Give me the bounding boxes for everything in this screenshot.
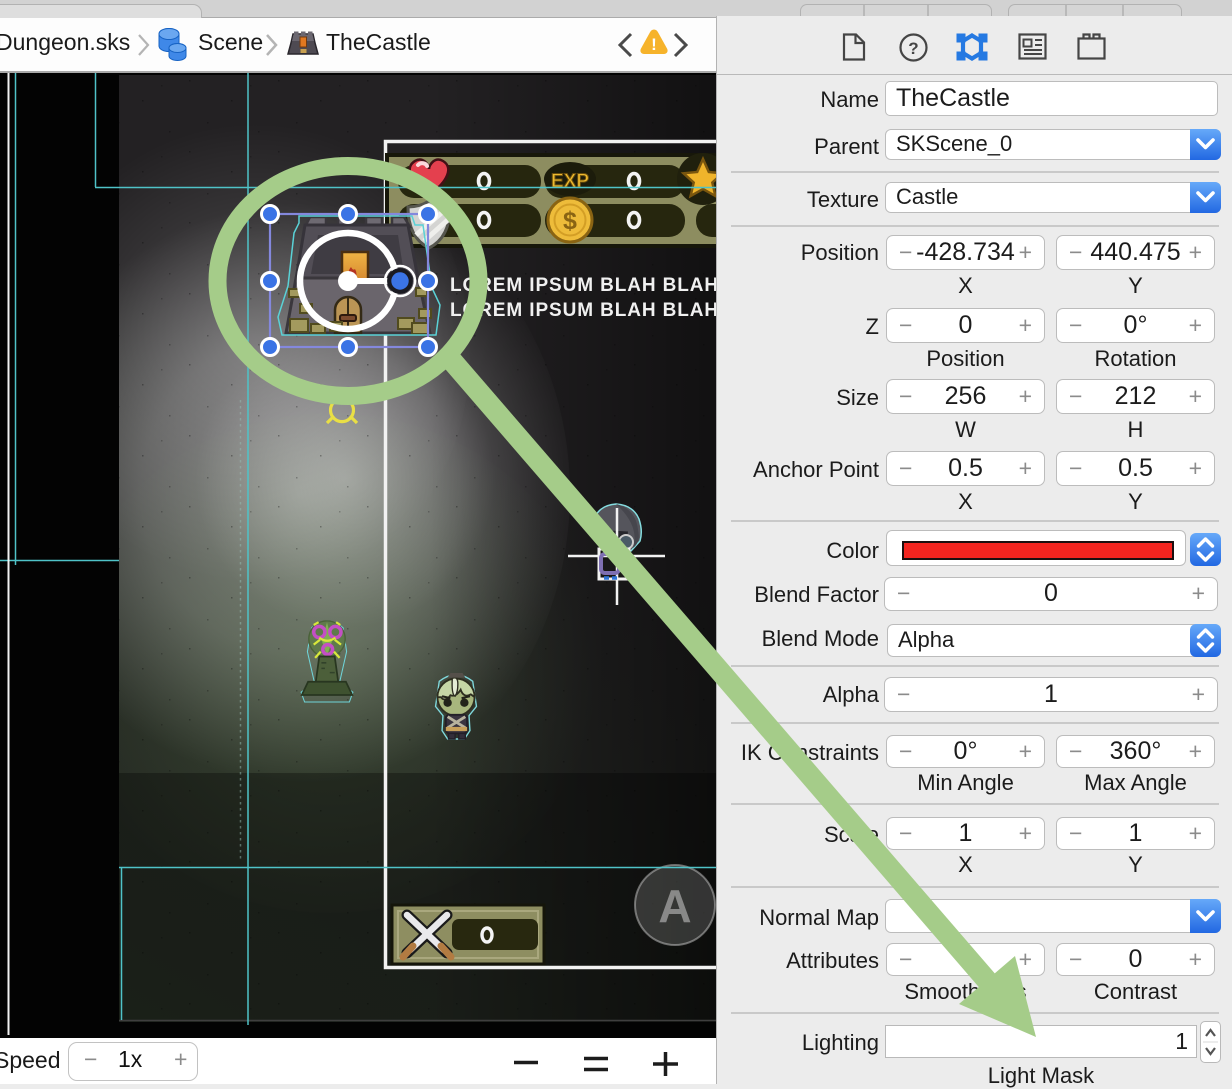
svg-text:$: $ <box>563 207 577 235</box>
svg-text:EXP: EXP <box>551 171 589 192</box>
svg-text:A: A <box>658 880 691 932</box>
svg-text:LOREM IPSUM BLAH BLAH BLAH: LOREM IPSUM BLAH BLAH BLAH <box>450 300 716 321</box>
svg-text:?: ? <box>908 39 918 58</box>
svg-text:LOREM IPSUM BLAH BLAH BLAH: LOREM IPSUM BLAH BLAH BLAH <box>450 275 716 296</box>
svg-text:!: ! <box>651 35 657 54</box>
